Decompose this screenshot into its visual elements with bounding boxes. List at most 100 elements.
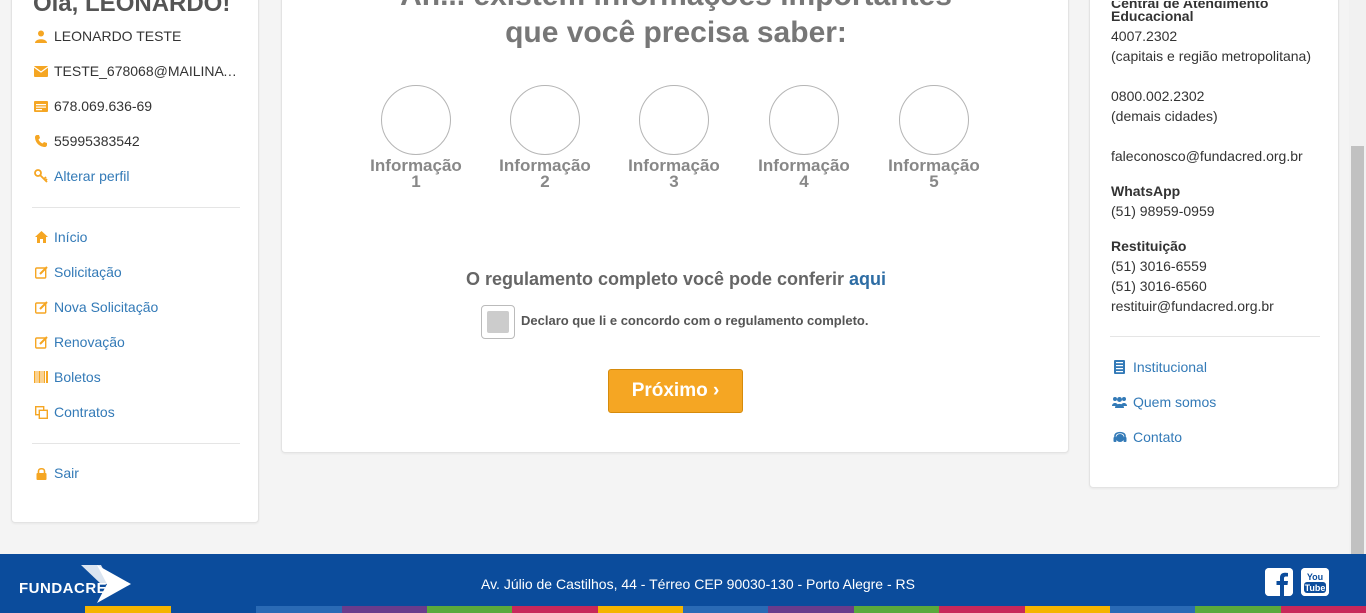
page-title-line2: que você precisa saber: — [505, 16, 847, 49]
facebook-icon[interactable] — [1265, 568, 1293, 596]
restituicao-email: restituir@fundacred.org.br — [1111, 298, 1274, 314]
contact-phone2-note: (demais cidades) — [1111, 108, 1218, 124]
logout-label[interactable]: Sair — [54, 465, 79, 481]
regulation-link[interactable]: aqui — [849, 269, 886, 289]
contato-link[interactable]: Contato — [1112, 427, 1182, 447]
restituicao-phone1: (51) 3016-6559 — [1111, 258, 1207, 274]
agree-checkbox[interactable] — [481, 305, 515, 339]
institucional-label[interactable]: Institucional — [1133, 359, 1207, 375]
svg-text:Tube: Tube — [1305, 583, 1326, 593]
info-label-number: 5 — [929, 172, 939, 191]
contact-section-title: Educacional — [1111, 8, 1194, 24]
home-icon — [34, 231, 48, 243]
checkbox-box — [487, 311, 509, 333]
info-label: Informação 4 — [744, 157, 864, 191]
key-icon — [34, 169, 48, 183]
site-footer: FUNDACRED Av. Júlio de Castilhos, 44 - T… — [0, 554, 1366, 613]
greeting-heading: Olá, LEONARDO! — [33, 0, 231, 17]
restituicao-title: Restituição — [1111, 238, 1187, 254]
divider — [32, 207, 240, 208]
info-label: Informação 1 — [356, 157, 476, 191]
info-circle[interactable] — [769, 85, 839, 155]
info-label: Informação 2 — [485, 157, 605, 191]
copy-icon — [34, 405, 48, 419]
information-card: Ah... existem informações importantes qu… — [281, 0, 1069, 453]
page-title-line1: Ah... existem informações importantes — [282, 0, 1070, 13]
whatsapp-number: (51) 98959-0959 — [1111, 203, 1215, 219]
institucional-link[interactable]: Institucional — [1112, 357, 1207, 377]
info-label: Informação 5 — [874, 157, 994, 191]
footer-address: Av. Júlio de Castilhos, 44 - Térreo CEP … — [481, 576, 915, 592]
lock-icon — [34, 467, 48, 480]
next-button[interactable]: Próximo › — [608, 369, 743, 413]
edit-profile-link[interactable]: Alterar perfil — [34, 166, 129, 186]
nav-item-label[interactable]: Nova Solicitação — [54, 299, 158, 315]
nav-item-renovacao[interactable]: Renovação — [34, 332, 125, 352]
user-phone-row: 55995383542 — [34, 131, 140, 151]
quem-somos-label[interactable]: Quem somos — [1133, 394, 1216, 410]
youtube-icon[interactable]: You Tube — [1301, 568, 1329, 596]
footer-color-stripe — [0, 606, 1366, 613]
envelope-icon — [34, 65, 48, 77]
edit-icon — [34, 335, 48, 349]
nav-item-contratos[interactable]: Contratos — [34, 402, 115, 422]
info-item-2[interactable]: Informação 2 — [485, 85, 605, 190]
edit-icon — [34, 300, 48, 314]
contact-phone1-note: (capitais e região metropolitana) — [1111, 48, 1311, 64]
info-item-5[interactable]: Informação 5 — [874, 85, 994, 190]
nav-item-label[interactable]: Renovação — [54, 334, 125, 350]
user-icon — [34, 30, 48, 43]
user-cpf-row: 678.069.636-69 — [34, 96, 152, 116]
barcode-icon — [34, 371, 48, 383]
nav-item-solicitacao[interactable]: Solicitação — [34, 262, 122, 282]
users-icon — [1112, 396, 1127, 408]
logout-link[interactable]: Sair — [34, 463, 79, 483]
headset-icon — [1112, 430, 1127, 444]
edit-profile-label[interactable]: Alterar perfil — [54, 168, 129, 184]
info-circle[interactable] — [510, 85, 580, 155]
user-name-row: LEONARDO TESTE — [34, 26, 181, 46]
whatsapp-title: WhatsApp — [1111, 183, 1181, 199]
divider — [1110, 336, 1320, 337]
info-label: Informação 3 — [614, 157, 734, 191]
contact-email: faleconosco@fundacred.org.br — [1111, 148, 1303, 164]
contato-label[interactable]: Contato — [1133, 429, 1182, 445]
info-label-number: 2 — [540, 172, 550, 191]
nav-item-label[interactable]: Solicitação — [54, 264, 122, 280]
user-email: TESTE_678068@MAILINATOR.COM — [54, 63, 240, 79]
edit-icon — [34, 265, 48, 279]
divider — [32, 443, 240, 444]
id-card-icon — [34, 100, 48, 112]
phone-icon — [34, 135, 48, 147]
user-cpf: 678.069.636-69 — [54, 98, 153, 114]
building-icon — [1112, 360, 1127, 374]
user-email-row: TESTE_678068@MAILINATOR.COM — [34, 61, 240, 81]
contact-phone1: 4007.2302 — [1111, 28, 1178, 44]
quem-somos-link[interactable]: Quem somos — [1112, 392, 1216, 412]
nav-item-nova-solicitacao[interactable]: Nova Solicitação — [34, 297, 158, 317]
nav-item-label[interactable]: Início — [54, 229, 87, 245]
user-sidebar: Olá, LEONARDO! LEONARDO TESTE TESTE_6780… — [11, 0, 259, 523]
user-name: LEONARDO TESTE — [54, 28, 182, 44]
user-phone: 55995383542 — [54, 133, 140, 149]
nav-item-inicio[interactable]: Início — [34, 227, 87, 247]
info-item-3[interactable]: Informação 3 — [614, 85, 734, 190]
scrollbar-thumb[interactable] — [1351, 146, 1364, 554]
info-item-1[interactable]: Informação 1 — [356, 85, 476, 190]
svg-text:You: You — [1307, 572, 1323, 582]
info-circle[interactable] — [899, 85, 969, 155]
regulation-text: O regulamento completo você pode conferi… — [282, 269, 1070, 290]
nav-item-label[interactable]: Contratos — [54, 404, 115, 420]
info-label-number: 1 — [411, 172, 421, 191]
info-circle[interactable] — [381, 85, 451, 155]
nav-item-boletos[interactable]: Boletos — [34, 367, 101, 387]
info-item-4[interactable]: Informação 4 — [744, 85, 864, 190]
info-label-number: 3 — [669, 172, 679, 191]
agree-label[interactable]: Declaro que li e concordo com o regulame… — [521, 313, 868, 328]
page-scrollbar[interactable] — [1349, 0, 1366, 554]
restituicao-phone2: (51) 3016-6560 — [1111, 278, 1207, 294]
contact-sidebar: Central de Atendimento Educacional 4007.… — [1089, 0, 1339, 488]
nav-item-label[interactable]: Boletos — [54, 369, 101, 385]
info-label-number: 4 — [799, 172, 809, 191]
info-circle[interactable] — [639, 85, 709, 155]
